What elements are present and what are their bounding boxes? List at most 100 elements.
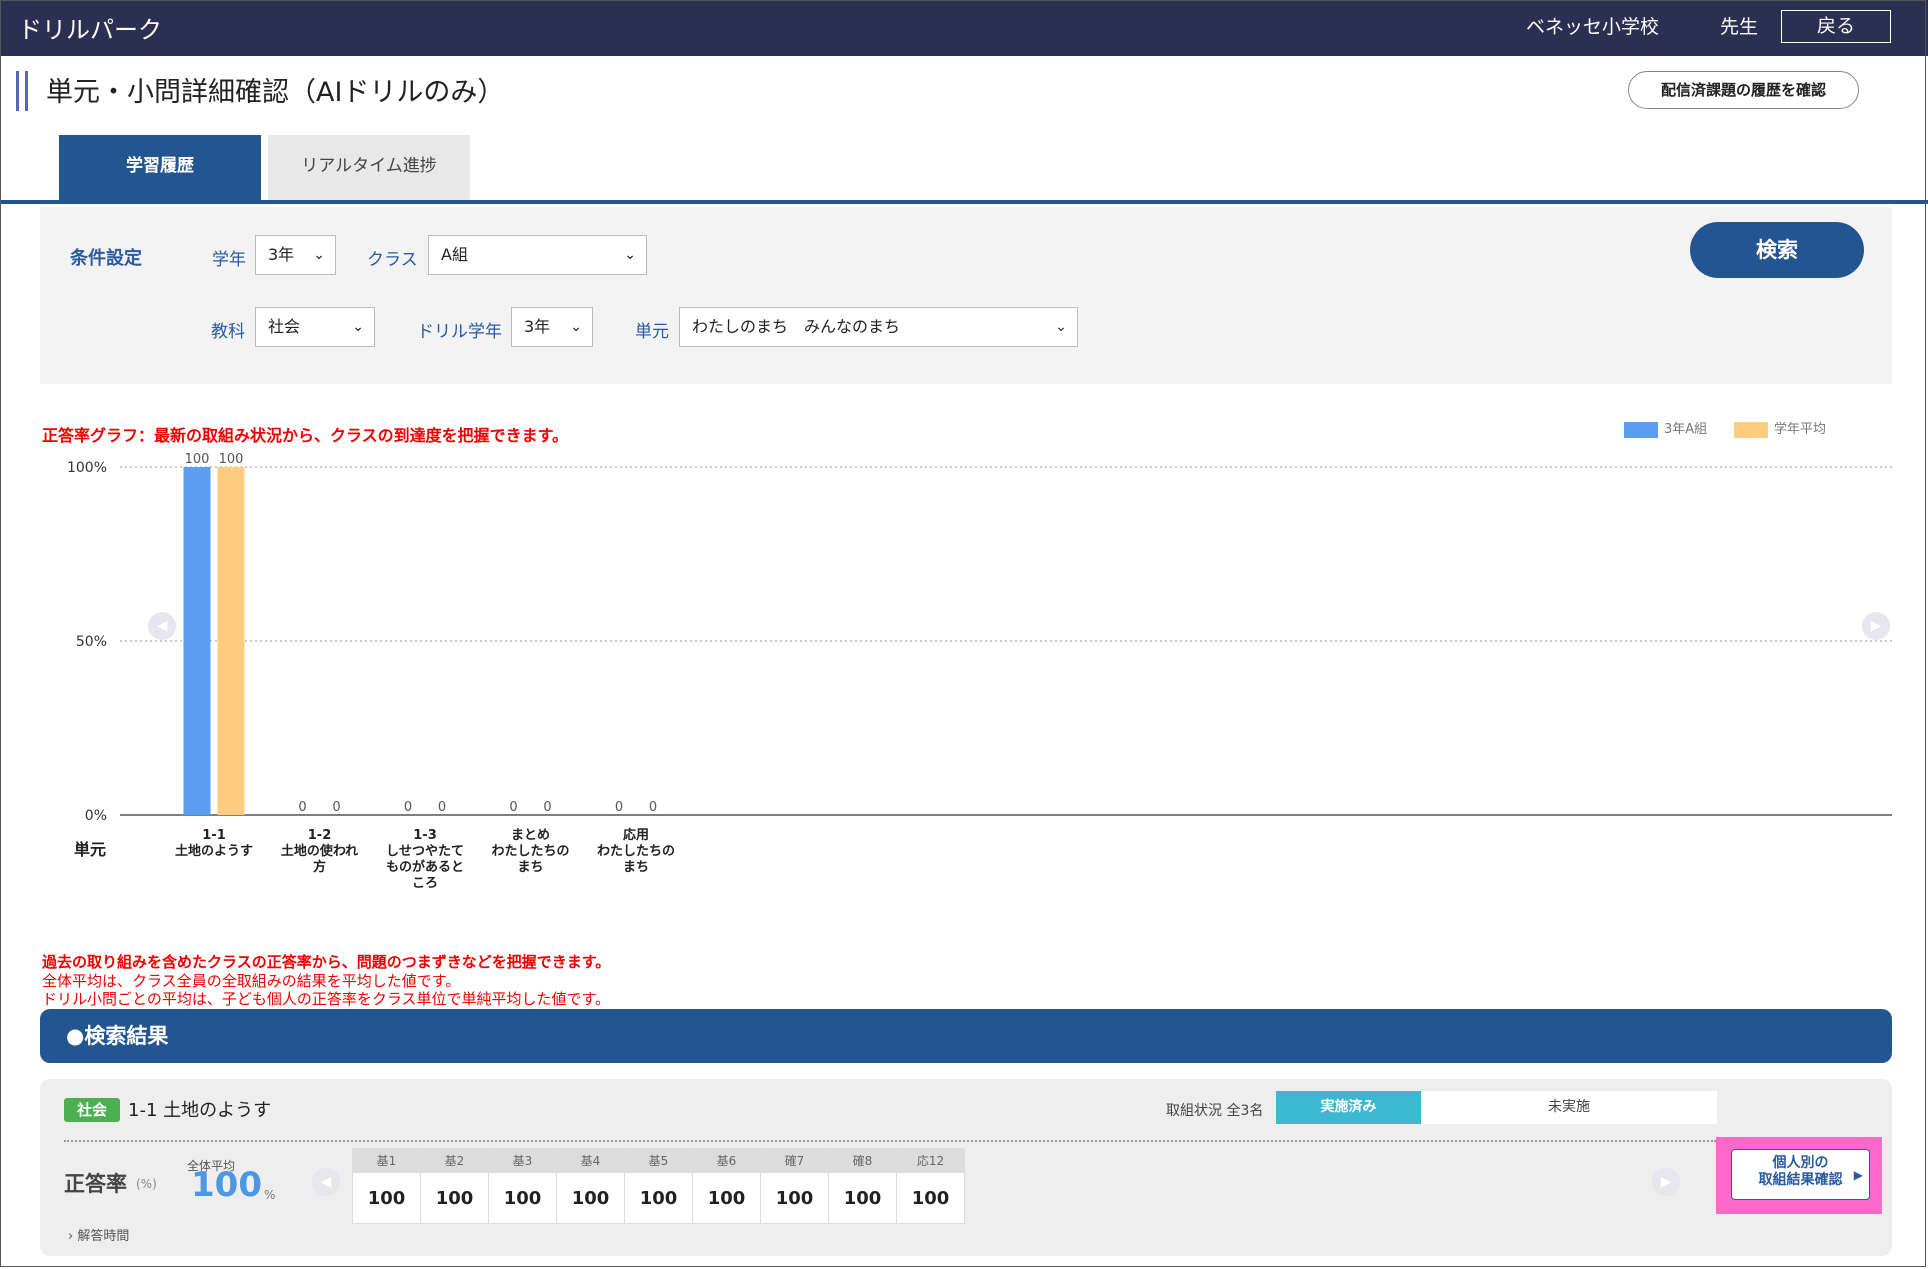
unit-label: 単元 [635,322,669,342]
subject-label: 教科 [211,322,245,342]
legend-item-class: 3年A組 [1624,418,1707,438]
answer-time-link[interactable]: › 解答時間 [68,1225,129,1244]
x-tick-label: まち [517,860,543,875]
page-title: 単元・小問詳細確認（AIドリルのみ） [46,77,505,108]
average-percent-sign: % [264,1188,276,1202]
subquestion-label: 応12 [896,1148,965,1173]
average-value: 100 [191,1165,262,1205]
drill-grade-select[interactable]: 3年 ⌄ [511,307,593,347]
legend-item-grade-average: 学年平均 [1734,418,1826,438]
divider [64,1140,1716,1142]
title-accent-bar [16,71,19,111]
subquestion-value: 100 [420,1172,489,1224]
back-button[interactable]: 戻る [1781,10,1891,43]
subquestion-label: 基5 [624,1148,693,1173]
subquestion-prev-arrow-icon[interactable]: ◀ [312,1168,340,1196]
data-label: 0 [543,800,551,815]
subquestion-label: 基2 [420,1148,489,1173]
status-label: 取組状況 全3名 [1166,1103,1264,1119]
history-button[interactable]: 配信済課題の履歴を確認 [1628,71,1859,109]
data-label: 0 [649,800,657,815]
note-line-3: ドリル小問ごとの平均は、子ども個人の正答率をクラス単位で単純平均した値です。 [42,990,611,1008]
data-label: 0 [332,800,340,815]
individual-results-button[interactable]: 個人別の 取組結果確認 ▶ [1731,1149,1870,1200]
status-not-done-tab[interactable]: 未実施 [1421,1091,1717,1124]
individual-button-line2: 取組結果確認 [1758,1172,1843,1188]
x-tick-label: 土地のようす [175,843,253,859]
chart-next-arrow-icon[interactable]: ▶ [1862,612,1890,640]
subquestion-label: 基4 [556,1148,625,1173]
subquestion-value: 100 [488,1172,557,1224]
accuracy-label: 正答率 [64,1172,127,1196]
answer-time-label: 解答時間 [77,1229,130,1244]
x-tick-label: 1-1 [202,828,226,843]
note-line-1: 過去の取り組みを含めたクラスの正答率から、問題のつまずきなどを把握できます。 [42,953,611,971]
unit-select-value: わたしのまち みんなのまち [692,317,901,336]
subquestion-label: 基1 [352,1148,421,1173]
legend-swatch [1734,421,1768,438]
x-tick-label: わたしたちの [491,844,569,859]
tab-underline [0,200,1928,204]
data-label: 0 [404,800,412,815]
subquestion-value: 100 [624,1172,693,1224]
triangle-right-icon: ▶ [1853,1168,1863,1182]
data-label: 0 [298,800,306,815]
chart-prev-arrow-icon[interactable]: ◀ [148,612,176,640]
subquestion-value: 100 [352,1172,421,1224]
x-tick-label: 応用 [623,827,649,843]
subquestion-label: 確8 [828,1148,897,1173]
grade-select-value: 3年 [268,245,295,264]
chevron-down-icon: ⌄ [570,319,582,335]
drill-grade-select-value: 3年 [524,317,551,336]
legend-swatch [1624,421,1658,438]
y-tick-label: 50% [76,634,107,650]
chevron-right-icon: › [68,1229,74,1244]
data-label: 0 [438,800,446,815]
grade-label: 学年 [212,250,246,270]
unit-select[interactable]: わたしのまち みんなのまち ⌄ [679,307,1078,347]
class-select-value: A組 [441,245,468,264]
x-tick-label: ものがあると [386,859,464,875]
legend-label: 学年平均 [1774,422,1827,437]
data-label: 100 [185,452,210,467]
results-header: ●検索結果 [40,1009,1892,1063]
subquestion-label: 確7 [760,1148,829,1173]
chevron-down-icon: ⌄ [352,319,364,335]
subquestion-table: 基1 基2 基3 基4 基5 基6 確7 確8 応12 100 100 100 100 100 100 10… [352,1148,965,1224]
result-unit-name: 1-1 土地のようす [128,1100,272,1121]
subject-badge: 社会 [64,1098,120,1122]
x-tick-label: まち [623,860,649,875]
status-done-tab[interactable]: 実施済み [1276,1091,1421,1124]
chevron-down-icon: ⌄ [313,247,325,263]
title-accent-bar [25,71,28,111]
filter-section-label: 条件設定 [70,248,142,269]
subquestion-value: 100 [896,1172,965,1224]
tab-learning-history[interactable]: 学習履歴 [59,135,261,201]
data-label: 0 [509,800,517,815]
x-tick-label: まとめ [511,828,550,843]
filter-panel [40,207,1892,384]
subquestion-next-arrow-icon[interactable]: ▶ [1652,1168,1680,1196]
search-button[interactable]: 検索 [1690,222,1864,278]
drill-grade-label: ドリル学年 [417,322,502,342]
x-axis-label: 単元 [74,840,106,859]
y-tick-label: 0% [85,808,107,824]
accuracy-bar-chart: 100%50%0%単元100 1001-1土地のようす0 01-2土地の使われ方0 0… [67,452,1892,891]
individual-button-line1: 個人別の [1772,1155,1829,1171]
subject-select[interactable]: 社会 ⌄ [255,307,375,347]
header-bar: ドリルパーク ベネッセ小学校 先生 戻る [0,0,1928,56]
subquestion-label: 基6 [692,1148,761,1173]
tab-realtime-progress[interactable]: リアルタイム進捗 [268,135,470,201]
x-tick-label: ころ [412,876,438,891]
subquestion-value: 100 [692,1172,761,1224]
chevron-down-icon: ⌄ [624,247,636,263]
accuracy-unit: (%) [136,1177,157,1191]
grade-select[interactable]: 3年 ⌄ [255,235,336,275]
subquestion-label: 基3 [488,1148,557,1173]
chevron-down-icon: ⌄ [1055,319,1067,335]
chart-bar [217,467,245,815]
class-select[interactable]: A組 ⌄ [428,235,647,275]
school-name: ベネッセ小学校 [1526,16,1660,38]
subject-select-value: 社会 [268,317,301,336]
app-title: ドリルパーク [18,16,162,44]
